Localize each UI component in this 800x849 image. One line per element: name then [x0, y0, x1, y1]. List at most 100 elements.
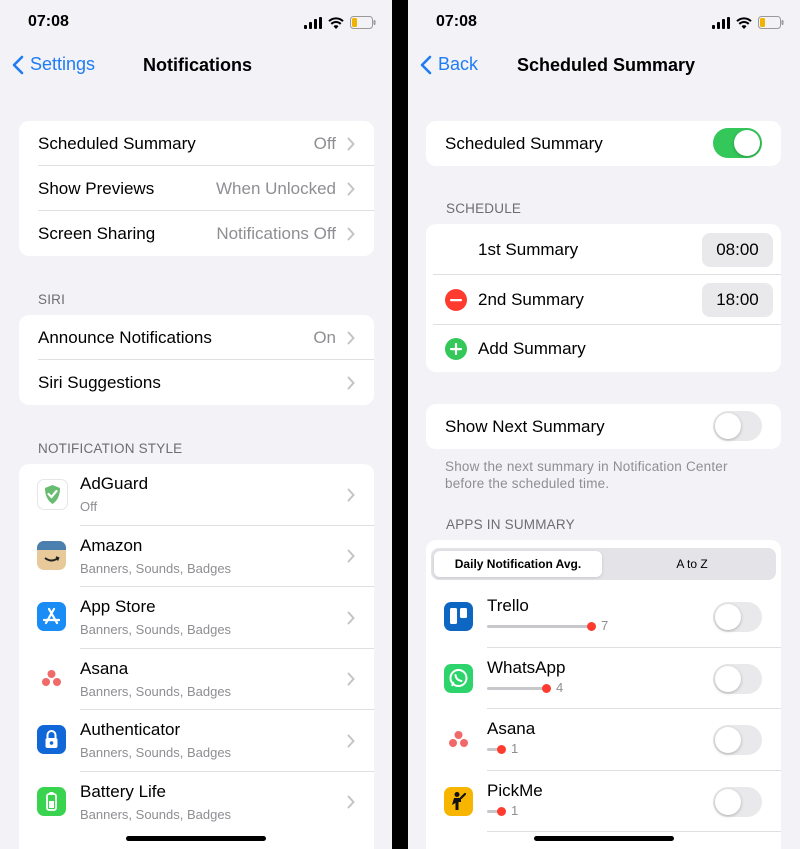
siri-section-header: SIRI: [38, 292, 66, 307]
row-label: Show Previews: [38, 178, 155, 198]
app-list: AdGuard Off Amazon Banners, Sounds, Badg…: [19, 464, 374, 849]
status-bar: 07:08: [0, 0, 392, 44]
scheduled-summary-row[interactable]: Scheduled Summary Off: [19, 121, 374, 166]
app-status: Banners, Sounds, Badges: [80, 745, 232, 760]
notification-count: 1: [511, 802, 519, 818]
app-status: Banners, Sounds, Badges: [80, 560, 232, 576]
home-indicator[interactable]: [534, 836, 674, 841]
schedule-row-2: 2nd Summary 18:00: [426, 275, 781, 325]
status-icons: [304, 16, 376, 29]
status-time: 07:08: [436, 13, 477, 30]
app-status: Banners, Sounds, Badges: [80, 622, 232, 637]
pickme-include-switch[interactable]: [713, 786, 762, 817]
schedule-row-1: 1st Summary 08:00: [426, 224, 781, 275]
wifi-icon: [328, 16, 344, 29]
app-name: WhatsApp: [487, 657, 566, 677]
back-button[interactable]: Back: [420, 54, 478, 75]
segment-a-to-z[interactable]: A to Z: [609, 551, 775, 577]
add-summary-row[interactable]: Add Summary: [426, 325, 781, 372]
screen-sharing-row[interactable]: Screen Sharing Notifications Off: [19, 211, 374, 256]
trello-icon: [444, 602, 473, 631]
chevron-right-icon: [347, 227, 355, 240]
battery-life-icon: [37, 786, 66, 816]
summary-app-row-trello: Trello 7: [426, 586, 781, 648]
remove-icon[interactable]: [445, 289, 467, 311]
app-row-app-store[interactable]: App Store Banners, Sounds, Badges: [19, 587, 374, 649]
notifications-screen: 07:08 Settings Notifications Scheduled S…: [0, 0, 392, 849]
notification-count: 4: [556, 679, 564, 695]
summary-time-picker[interactable]: 08:00: [702, 232, 773, 267]
chevron-right-icon: [347, 182, 355, 195]
summary-app-row-asana: Asana 1: [426, 709, 781, 771]
row-value: When Unlocked: [215, 178, 336, 198]
notification-avg-bar: [487, 745, 506, 754]
app-name: Battery Life: [80, 781, 166, 801]
authenticator-icon: [37, 725, 66, 754]
add-summary-label: Add Summary: [478, 338, 586, 358]
home-indicator[interactable]: [126, 836, 266, 841]
app-name: Amazon: [80, 535, 143, 555]
app-name: AdGuard: [80, 474, 149, 493]
app-name: App Store: [80, 597, 156, 616]
avg-dot: [497, 745, 506, 754]
show-previews-row[interactable]: Show Previews When Unlocked: [19, 166, 374, 211]
chevron-right-icon: [347, 672, 355, 686]
avg-dot: [587, 622, 596, 631]
chevron-right-icon: [347, 137, 355, 150]
avg-dot: [542, 683, 551, 693]
row-label: Screen Sharing: [38, 223, 156, 243]
app-row-asana[interactable]: Asana Banners, Sounds, Badges: [19, 649, 374, 710]
summary-app-row-whatsapp: WhatsApp 4: [426, 648, 781, 709]
trello-include-switch[interactable]: [713, 602, 762, 632]
sort-segmented-control: Daily Notification Avg. A to Z: [431, 548, 776, 580]
notification-avg-bar: [487, 622, 596, 631]
app-row-authenticator[interactable]: Authenticator Banners, Sounds, Badges: [19, 710, 374, 772]
app-row-adguard[interactable]: AdGuard Off: [19, 464, 374, 526]
chevron-right-icon: [347, 611, 355, 625]
scheduled-summary-screen: 07:08 Back Scheduled Summary Scheduled S…: [408, 0, 800, 849]
app-row-amazon[interactable]: Amazon Banners, Sounds, Badges: [19, 526, 374, 587]
back-button[interactable]: Settings: [12, 54, 95, 75]
notification-count: 1: [511, 741, 519, 756]
whatsapp-include-switch[interactable]: [713, 663, 762, 694]
notification-avg-bar: [487, 806, 506, 816]
chevron-right-icon: [347, 488, 355, 502]
row-value: Notifications Off: [216, 223, 336, 243]
segment-daily-avg[interactable]: Daily Notification Avg.: [434, 551, 602, 577]
general-settings-group: Scheduled Summary Off Show Previews When…: [19, 121, 374, 256]
battery-icon: [758, 16, 784, 29]
show-next-summary-footer: Show the next summary in Notification Ce…: [445, 458, 728, 492]
avg-dot: [497, 806, 506, 816]
summary-time-picker[interactable]: 18:00: [702, 283, 773, 317]
scheduled-summary-toggle-group: Scheduled Summary: [426, 121, 781, 166]
page-title: Notifications: [143, 55, 253, 75]
status-icons: [712, 16, 784, 29]
footer-line: Show the next summary in Notification Ce…: [445, 459, 728, 474]
adguard-icon: [37, 479, 68, 510]
chevron-left-icon: [12, 55, 24, 74]
row-label: Show Next Summary: [445, 416, 605, 436]
app-row-battery-life[interactable]: Battery Life Banners, Sounds, Badges: [19, 772, 374, 834]
pickme-icon: [444, 786, 473, 816]
amazon-icon: [37, 540, 66, 570]
chevron-right-icon: [347, 549, 355, 563]
chevron-right-icon: [347, 376, 355, 389]
chevron-left-icon: [420, 55, 432, 74]
notification-style-header: NOTIFICATION STYLE: [38, 441, 183, 456]
status-bar: 07:08: [408, 0, 800, 44]
siri-suggestions-row[interactable]: Siri Suggestions: [19, 360, 374, 405]
asana-include-switch[interactable]: [713, 725, 762, 755]
back-label: Settings: [30, 54, 96, 74]
app-name: Authenticator: [80, 720, 181, 739]
scheduled-summary-switch[interactable]: [713, 128, 762, 158]
apps-in-summary-group: Daily Notification Avg. A to Z Trello 7 …: [426, 540, 781, 849]
chevron-right-icon: [347, 795, 355, 809]
asana-icon: [444, 725, 473, 754]
summary-label: 2nd Summary: [478, 290, 584, 309]
nav-bar: Settings Notifications: [0, 48, 392, 84]
show-next-summary-switch[interactable]: [713, 411, 762, 441]
chevron-right-icon: [347, 734, 355, 748]
announce-notifications-row[interactable]: Announce Notifications On: [19, 315, 374, 360]
whatsapp-icon: [444, 663, 473, 693]
chevron-right-icon: [347, 331, 355, 344]
